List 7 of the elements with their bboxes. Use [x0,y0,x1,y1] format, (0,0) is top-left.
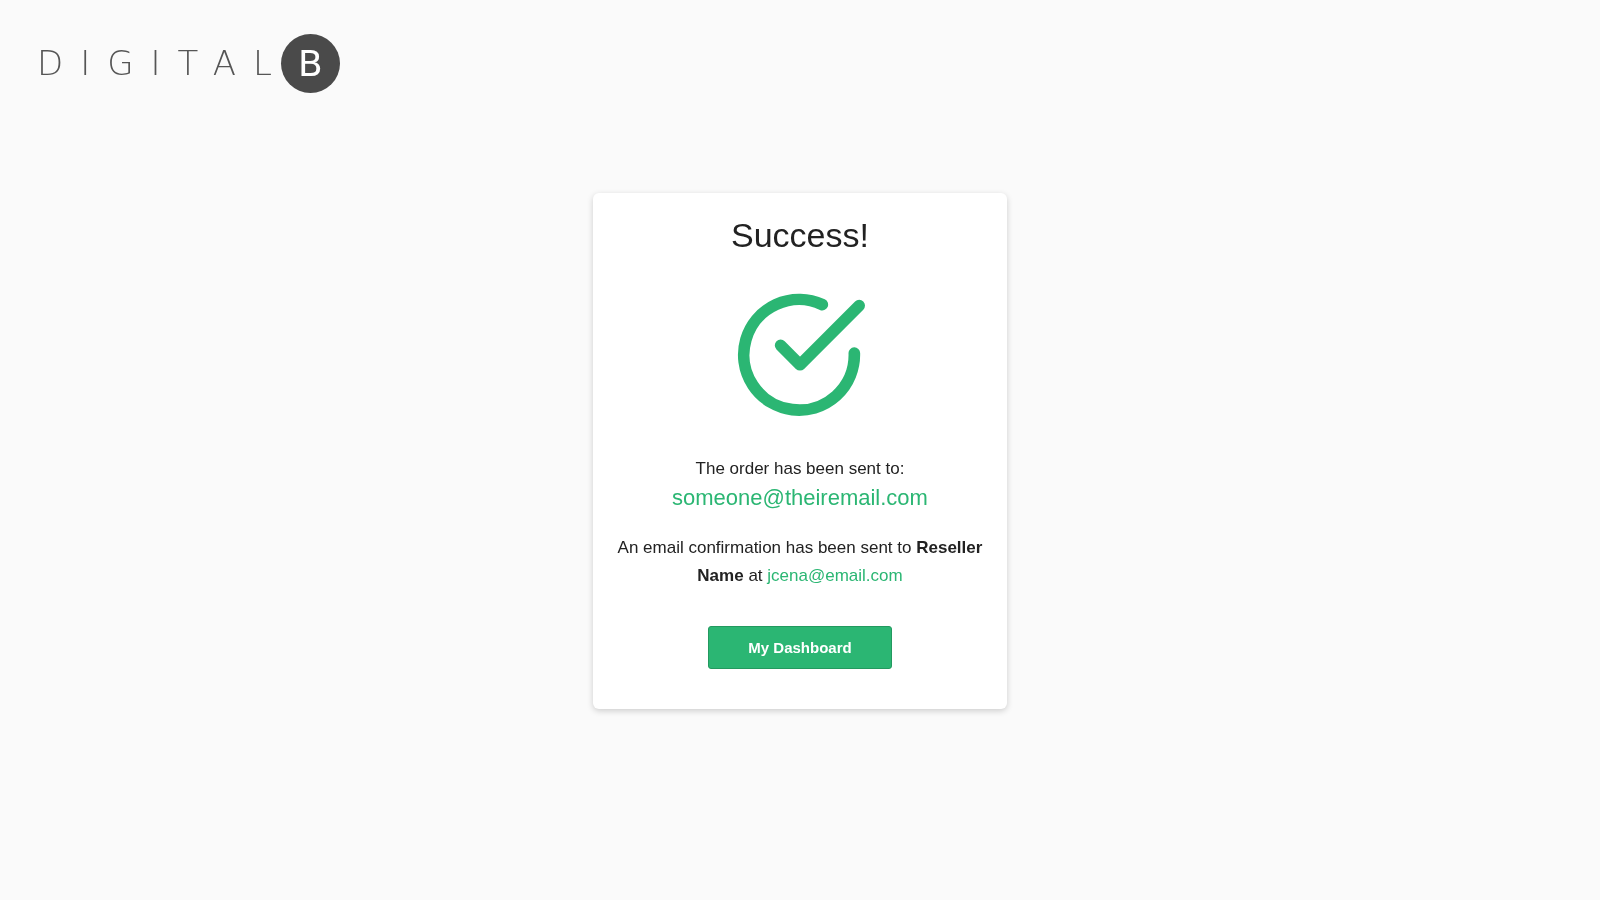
confirmation-text: An email confirmation has been sent to Reseller Name at jcena@email.com [616,537,984,588]
recipient-email: someone@theiremail.com [671,484,929,513]
dashboard-button[interactable]: My Dashboard [708,626,892,670]
success-title: Success! [730,215,870,256]
logo-mark: B [280,34,340,93]
sent-label: The order has been sent to: [694,457,906,480]
email-link[interactable]: jcena@email.com [767,566,903,586]
